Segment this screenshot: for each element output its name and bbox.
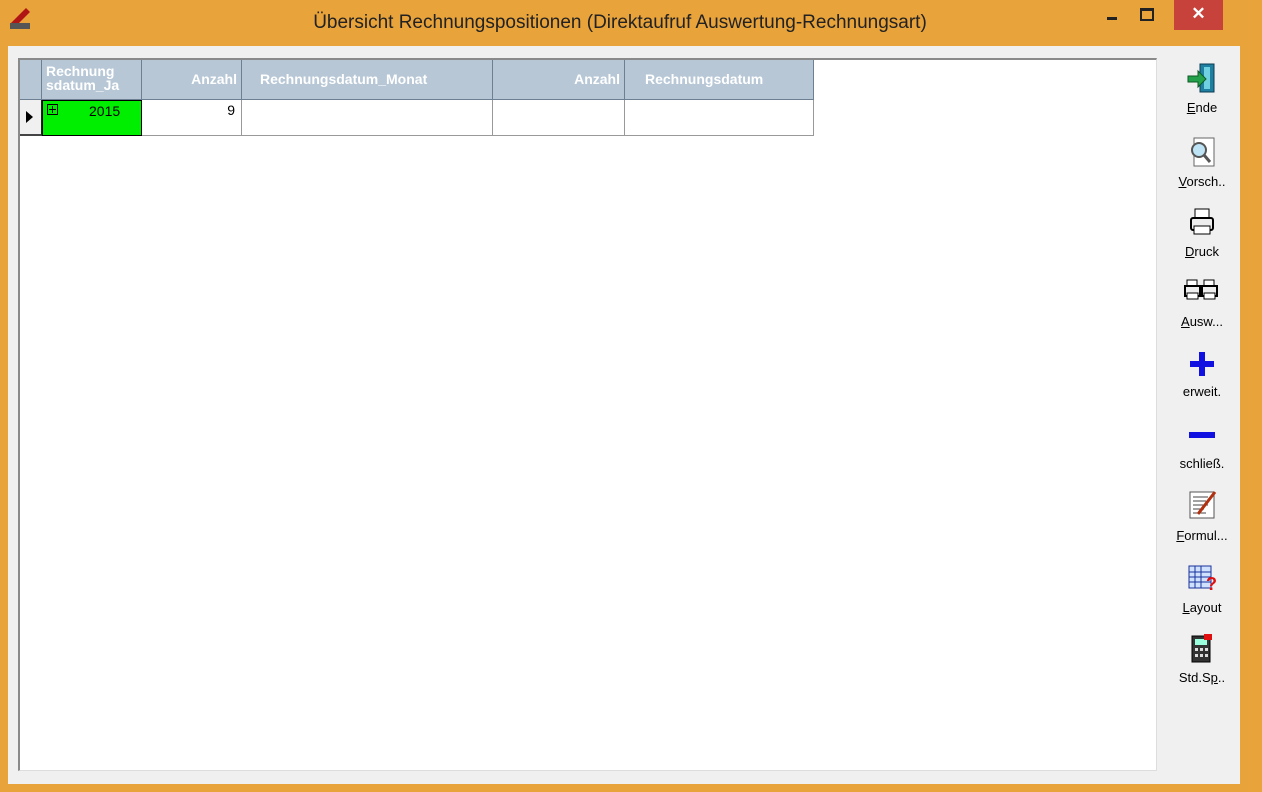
preview-button[interactable]: Vorsch..	[1164, 134, 1240, 196]
cell-year[interactable]: 2015	[42, 100, 142, 136]
column-header-anzahl-2[interactable]: Anzahl	[493, 60, 625, 100]
column-header-rechnungsdatum-monat[interactable]: Rechnungsdatum_Monat	[242, 60, 493, 100]
close-button[interactable]: ✕	[1174, 0, 1223, 30]
collapse-button[interactable]: schließ.	[1164, 418, 1240, 480]
standard-columns-prefix: Std.S	[1178, 670, 1211, 685]
layout-button[interactable]: ? Layout	[1164, 558, 1240, 620]
svg-text:?: ?	[1206, 574, 1217, 594]
expand-label: erweit.	[1182, 384, 1222, 399]
printer-icon	[1186, 206, 1218, 240]
standard-columns-label: ..	[1217, 670, 1226, 685]
column-header-rechnungsdatum-jahr[interactable]: Rechnung sdatum_Ja	[42, 60, 142, 100]
exit-door-icon	[1186, 62, 1218, 96]
expand-plus-icon[interactable]	[47, 104, 58, 115]
cell-anzahl[interactable]: 9	[142, 100, 242, 136]
collapse-label: schließ.	[1179, 456, 1225, 471]
cell-monat[interactable]	[242, 100, 493, 136]
current-row-arrow-icon	[26, 111, 33, 123]
app-logo-icon	[8, 6, 32, 30]
standard-columns-button[interactable]: Std.Sp..	[1164, 630, 1240, 692]
close-icon: ✕	[1191, 4, 1206, 23]
multi-printer-icon	[1184, 276, 1220, 310]
expand-button[interactable]: erweit.	[1164, 346, 1240, 408]
layout-label: ayout	[1189, 600, 1222, 615]
preview-magnifier-icon	[1186, 136, 1218, 170]
form-button[interactable]: Formul...	[1164, 486, 1240, 548]
calculator-icon	[1186, 632, 1218, 666]
minus-icon	[1186, 420, 1218, 454]
plus-icon	[1186, 348, 1218, 382]
maximize-button[interactable]	[1126, 0, 1164, 30]
title-bar: Übersicht Rechnungspositionen (Direktauf…	[0, 0, 1262, 46]
client-area: Rechnung sdatum_Ja Anzahl Rechnungsdatum…	[8, 46, 1240, 784]
cell-rechnungsdatum[interactable]	[625, 100, 814, 136]
standard-columns-label-key: p	[1210, 670, 1218, 685]
print-label: ruck	[1194, 244, 1219, 259]
layout-grid-icon: ?	[1186, 560, 1218, 594]
evaluation-print-button[interactable]: Ausw...	[1164, 274, 1240, 336]
minimize-button[interactable]	[1096, 0, 1126, 30]
header-corner	[20, 60, 42, 100]
print-button[interactable]: Druck	[1164, 204, 1240, 266]
window-title: Übersicht Rechnungspositionen (Direktauf…	[313, 12, 927, 33]
form-label: ormul...	[1184, 528, 1228, 543]
evaluation-label: usw...	[1189, 314, 1223, 329]
end-button[interactable]: Ende	[1164, 60, 1240, 122]
column-header-rechnungsdatum[interactable]: Rechnungsdatum	[625, 60, 814, 100]
row-selector[interactable]	[20, 100, 42, 136]
column-header-anzahl[interactable]: Anzahl	[142, 60, 242, 100]
evaluation-label-key: A	[1181, 314, 1190, 329]
end-label: nde	[1195, 100, 1218, 115]
form-edit-icon	[1186, 488, 1218, 522]
data-grid[interactable]: Rechnung sdatum_Ja Anzahl Rechnungsdatum…	[18, 58, 1157, 771]
print-label-key: D	[1185, 244, 1195, 259]
preview-label: orsch..	[1186, 174, 1226, 189]
cell-anzahl-2[interactable]	[493, 100, 625, 136]
year-value: 2015	[89, 103, 121, 119]
layout-label-key: L	[1182, 600, 1190, 615]
